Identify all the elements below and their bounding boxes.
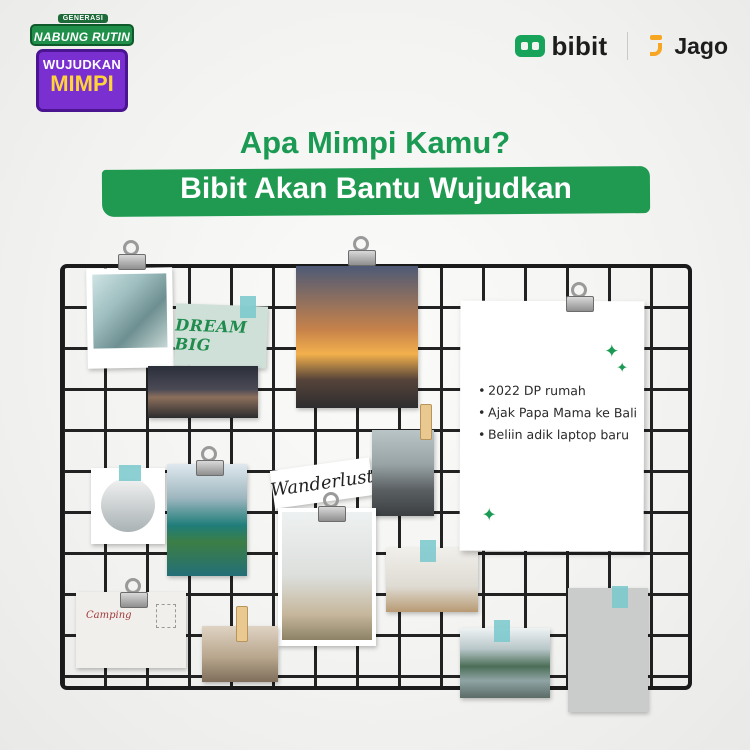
campaign-generasi: GENERASI xyxy=(58,14,108,23)
photo-big-ben xyxy=(296,266,418,408)
jago-wordmark: Jago xyxy=(674,32,728,59)
tape-icon xyxy=(240,296,256,318)
logo-divider xyxy=(627,32,629,60)
dream-list-item: 2022 DP rumah xyxy=(478,381,638,401)
tape-icon xyxy=(420,540,436,562)
campaign-nabung-rutin: NABUNG RUTIN xyxy=(30,24,134,46)
jago-logo-icon xyxy=(648,35,666,57)
dream-big-text: DREAM BIG xyxy=(174,315,248,355)
bibit-wordmark: bibit xyxy=(551,30,608,61)
photo-sports-car xyxy=(372,430,434,516)
sparkle-icon: ✦ xyxy=(616,359,628,376)
dream-list-item: Ajak Papa Mama ke Bali xyxy=(478,403,638,423)
headline-question: Apa Mimpi Kamu? xyxy=(239,125,511,160)
photo-wedding xyxy=(278,508,376,646)
tape-icon xyxy=(612,586,628,608)
dream-list-item: Beliin adik laptop baru xyxy=(478,425,638,445)
binder-clip-icon xyxy=(118,240,146,276)
campaign-wujudkan: WUJUDKAN xyxy=(42,57,122,72)
photo-ocean-polaroid xyxy=(86,267,174,369)
bibit-logo-icon xyxy=(515,35,546,57)
sparkle-icon: ✦ xyxy=(481,504,497,525)
binder-clip-icon xyxy=(120,578,148,614)
tape-icon xyxy=(119,465,141,481)
binder-clip-icon xyxy=(196,446,224,482)
binder-clip-icon xyxy=(318,492,346,528)
dream-list-note: ✦ ✦ 2022 DP rumah Ajak Papa Mama ke Bali… xyxy=(459,300,645,552)
binder-clip-icon xyxy=(348,236,376,272)
headline-statement: Bibit Akan Bantu Wujudkan xyxy=(180,172,572,205)
photo-night-city xyxy=(148,366,258,418)
binder-clip-icon xyxy=(566,282,594,318)
dream-list: 2022 DP rumah Ajak Papa Mama ke Bali Bel… xyxy=(478,381,638,448)
clothespin-icon xyxy=(420,404,432,440)
campaign-title-box: WUJUDKAN MIMPI xyxy=(36,49,128,112)
tape-icon xyxy=(494,620,510,642)
partner-logos: bibit Jago xyxy=(515,30,728,61)
promo-canvas: GENERASI NABUNG RUTIN WUJUDKAN MIMPI bib… xyxy=(0,0,750,750)
clothespin-icon xyxy=(236,606,248,642)
campaign-logo: GENERASI NABUNG RUTIN WUJUDKAN MIMPI xyxy=(30,14,134,112)
campaign-mimpi: MIMPI xyxy=(50,71,114,96)
photo-bridge-postcard xyxy=(568,588,648,712)
